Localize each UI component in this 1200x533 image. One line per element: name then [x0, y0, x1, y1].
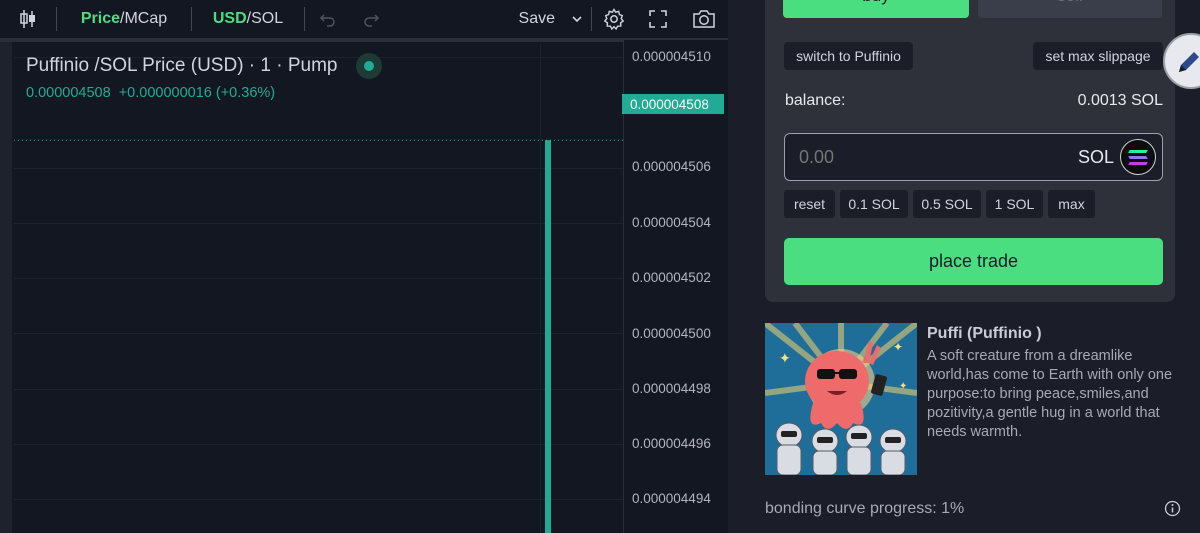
- pencil-icon: [1179, 52, 1199, 72]
- legend-price: 0.000004508: [26, 85, 111, 101]
- chevron-down-icon: [572, 16, 582, 23]
- y-tick-label: 0.000004510: [632, 49, 711, 64]
- status-dot: [363, 61, 374, 71]
- legend-title: Puffinio /SOL Price (USD) · 1 · Pump: [26, 55, 338, 76]
- drawing-sidebar-edge[interactable]: [0, 42, 12, 533]
- bonding-curve-label: bonding curve progress: 1%: [765, 500, 965, 517]
- chart-legend: Puffinio /SOL Price (USD) · 1 · Pump 0.0…: [26, 53, 386, 101]
- legend-change: +0.000000016 (+0.36%): [118, 85, 276, 101]
- settings-button[interactable]: [592, 0, 636, 38]
- balance-value: 0.0013 SOL: [1077, 92, 1163, 109]
- market-status-icon[interactable]: [355, 53, 382, 79]
- y-tick-label: 0.000004494: [632, 491, 711, 506]
- reset-button[interactable]: reset: [784, 190, 835, 218]
- price-mcap-toggle[interactable]: Price/MCap: [57, 0, 191, 38]
- sol-toggle-label: /SOL: [246, 10, 284, 27]
- token-image: ✦ ✦ ✦: [765, 323, 917, 475]
- save-label: Save: [518, 10, 555, 27]
- mcap-toggle-label: /MCap: [120, 10, 168, 27]
- token-name: Puffi (Puffinio ): [927, 325, 1042, 342]
- amount-field[interactable]: SOL: [784, 133, 1163, 181]
- svg-text:✦: ✦: [899, 381, 907, 392]
- preset-1-sol-button[interactable]: 1 SOL: [986, 190, 1043, 218]
- usd-toggle-label: USD: [212, 10, 247, 27]
- fullscreen-button[interactable]: [636, 0, 680, 38]
- price-toggle-label: Price: [80, 10, 120, 27]
- screenshot-button[interactable]: [680, 0, 728, 38]
- redo-button[interactable]: [351, 0, 391, 38]
- buy-tab[interactable]: buy: [783, 0, 969, 18]
- token-description: A soft creature from a dreamlike world,h…: [927, 348, 1173, 440]
- save-button[interactable]: Save: [511, 0, 563, 38]
- trade-panel: buy sell switch to Puffinio set max slip…: [728, 0, 1200, 533]
- price-scale[interactable]: 0.000004510 0.000004506 0.000004504 0.00…: [622, 40, 728, 533]
- solana-icon: [1120, 139, 1156, 175]
- y-tick-label: 0.000004498: [632, 381, 711, 396]
- fullscreen-icon: [649, 10, 667, 28]
- set-max-slippage-button[interactable]: set max slippage: [1033, 42, 1163, 70]
- last-price-badge: 0.000004508: [622, 94, 724, 114]
- svg-text:✦: ✦: [779, 351, 791, 367]
- undo-icon: [319, 14, 335, 27]
- camera-icon: [693, 10, 715, 28]
- price-plot[interactable]: [14, 44, 623, 533]
- y-tick-label: 0.000004506: [632, 159, 711, 174]
- save-menu-chevron[interactable]: [563, 0, 591, 38]
- buy-tab-label: buy: [862, 0, 889, 5]
- gear-icon: [603, 8, 625, 31]
- amount-input[interactable]: [799, 144, 999, 170]
- preset-0-1-sol-button[interactable]: 0.1 SOL: [840, 190, 908, 218]
- switch-token-button[interactable]: switch to Puffinio: [784, 42, 913, 70]
- undo-button[interactable]: [305, 0, 351, 38]
- price-candle: [545, 140, 551, 533]
- chart-pane[interactable]: Price/MCap USD/SOL Save Puffinio /SOL Pr…: [0, 0, 728, 533]
- sell-tab-label: sell: [1057, 0, 1083, 5]
- sell-tab[interactable]: sell: [978, 0, 1162, 18]
- chart-toolbar: Price/MCap USD/SOL Save: [0, 0, 728, 38]
- info-icon[interactable]: [1164, 500, 1181, 517]
- toolbar-bottom-border: [0, 38, 728, 42]
- preset-0-5-sol-button[interactable]: 0.5 SOL: [913, 190, 981, 218]
- usd-sol-toggle[interactable]: USD/SOL: [192, 0, 304, 38]
- place-trade-button[interactable]: place trade: [784, 238, 1163, 285]
- y-tick-label: 0.000004504: [632, 215, 711, 230]
- trade-card: buy sell switch to Puffinio set max slip…: [765, 0, 1175, 302]
- balance-label: balance:: [785, 92, 846, 109]
- currency-label: SOL: [1077, 147, 1114, 167]
- redo-icon: [364, 14, 380, 27]
- candlestick-icon[interactable]: [0, 0, 56, 38]
- svg-text:✦: ✦: [893, 340, 903, 354]
- y-tick-label: 0.000004500: [632, 326, 711, 341]
- max-button[interactable]: max: [1048, 190, 1095, 218]
- y-tick-label: 0.000004496: [632, 436, 711, 451]
- y-tick-label: 0.000004502: [632, 270, 711, 285]
